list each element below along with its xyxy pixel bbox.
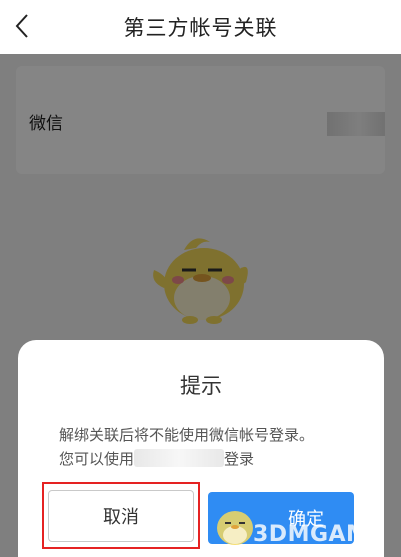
top-bar: 第三方帐号关联 — [0, 0, 401, 54]
redacted-text — [134, 449, 225, 467]
watermark-mascot-icon — [217, 511, 253, 545]
dialog-message-line1: 解绑关联后将不能使用微信帐号登录。 — [59, 426, 315, 444]
page-title: 第三方帐号关联 — [123, 16, 278, 40]
dialog-message-prefix: 您可以使用 — [59, 450, 135, 468]
chevron-left-icon — [15, 14, 28, 38]
watermark-text: 3DMGAME — [253, 522, 384, 547]
dialog-message-suffix: 登录 — [224, 450, 255, 468]
back-button[interactable] — [8, 10, 36, 42]
cancel-button[interactable]: 取消 — [48, 490, 194, 542]
dialog-message-line2: 您可以使用 登录 — [59, 448, 254, 469]
dialog-title: 提示 — [180, 374, 222, 398]
